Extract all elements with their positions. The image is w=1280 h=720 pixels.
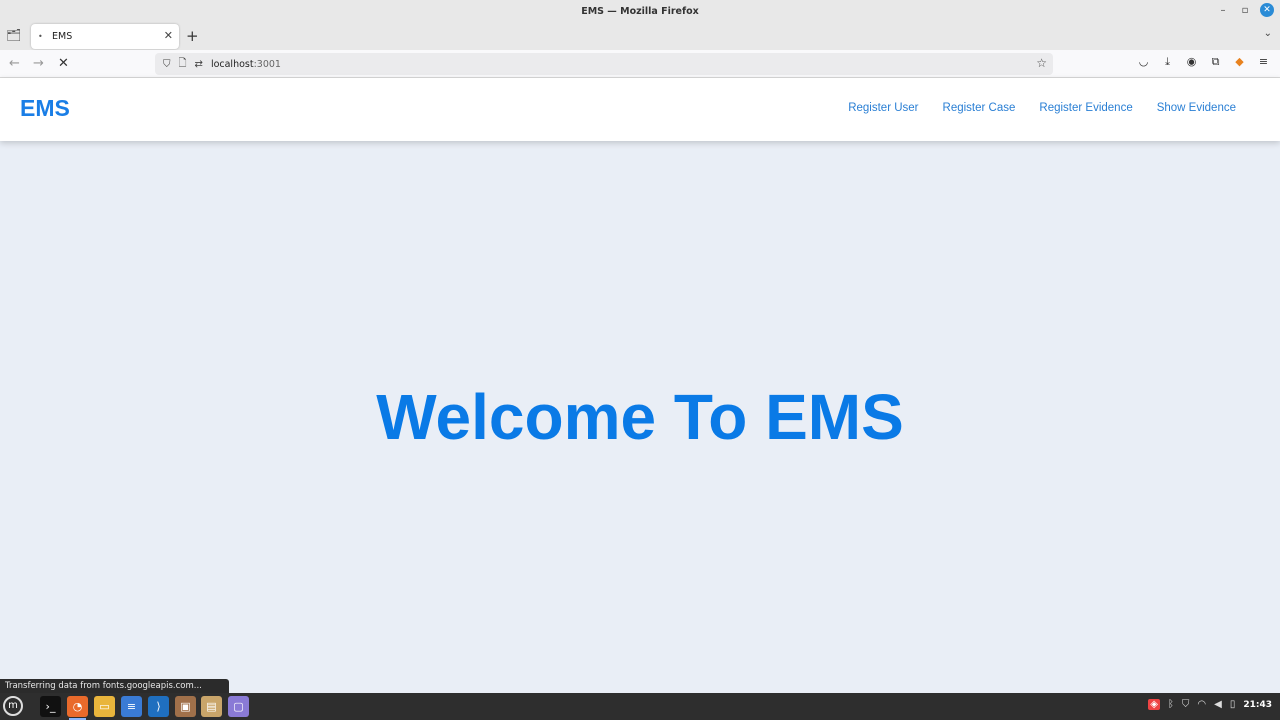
forward-icon[interactable]: →: [33, 56, 44, 71]
page-nav: Register User Register Case Register Evi…: [848, 102, 1236, 114]
toolbar-icons: ◡ ⤓ ◉ ⧉ ◆ ≡: [1137, 55, 1270, 69]
page-icon[interactable]: 🗋: [179, 56, 187, 73]
metamask-icon[interactable]: ◆: [1233, 55, 1246, 69]
anydesk-icon[interactable]: ◈: [1148, 699, 1160, 710]
new-tab-icon[interactable]: +: [186, 27, 199, 45]
bluetooth-icon[interactable]: ᛒ: [1168, 699, 1174, 710]
extensions-icon[interactable]: ⧉: [1209, 55, 1222, 69]
pocket-icon[interactable]: ◡: [1137, 55, 1150, 69]
minimize-icon[interactable]: –: [1216, 5, 1230, 16]
package-icon[interactable]: ▣: [175, 696, 196, 717]
volume-icon[interactable]: ◀: [1214, 699, 1222, 710]
account-icon[interactable]: ◉: [1185, 55, 1198, 69]
brand-logo[interactable]: EMS: [20, 95, 70, 122]
back-icon[interactable]: ←: [9, 56, 20, 71]
window-controls: – ▫ ✕: [1216, 3, 1274, 17]
archive-icon[interactable]: ▤: [201, 696, 222, 717]
shield-icon[interactable]: ⛉: [163, 59, 171, 70]
clock[interactable]: 21:43: [1243, 700, 1272, 710]
chevron-down-icon[interactable]: ⌄: [1264, 28, 1272, 39]
wifi-icon[interactable]: ◠: [1197, 699, 1206, 710]
maximize-icon[interactable]: ▫: [1238, 5, 1252, 16]
url-text[interactable]: localhost:3001: [211, 59, 281, 70]
vscode-icon[interactable]: ⟩: [148, 696, 169, 717]
download-icon[interactable]: ⤓: [1161, 55, 1174, 69]
stop-icon[interactable]: ✕: [58, 56, 69, 71]
taskbar: m ›_ ◔ ▭ ≡ ⟩ ▣ ▤ ▢ ◈ ᛒ ⛉ ◠ ◀ ▯ 21:43: [0, 693, 1280, 720]
tab-list-icon[interactable]: 🗂: [6, 28, 22, 44]
menu-icon[interactable]: ≡: [1257, 55, 1270, 69]
notes-icon[interactable]: ▢: [228, 696, 249, 717]
url-bar[interactable]: ⛉ 🗋 ⇄ localhost:3001 ☆: [155, 53, 1053, 75]
close-tab-icon[interactable]: ✕: [164, 29, 173, 42]
shield-tray-icon[interactable]: ⛉: [1182, 699, 1190, 710]
firefox-icon[interactable]: ◔: [67, 696, 88, 720]
nav-show-evidence[interactable]: Show Evidence: [1157, 102, 1236, 114]
text-editor-icon[interactable]: ≡: [121, 696, 142, 717]
permissions-icon[interactable]: ⇄: [195, 59, 203, 70]
close-window-icon[interactable]: ✕: [1260, 3, 1274, 17]
terminal-icon[interactable]: ›_: [40, 696, 61, 717]
nav-register-user[interactable]: Register User: [848, 102, 918, 114]
loading-dot-icon: •: [38, 32, 43, 41]
window-titlebar: EMS — Mozilla Firefox – ▫ ✕: [0, 0, 1280, 22]
tab-ems[interactable]: • EMS ✕: [31, 24, 179, 49]
status-tooltip: Transferring data from fonts.googleapis.…: [0, 679, 229, 693]
tab-strip: 🗂 • EMS ✕ + ⌄: [0, 22, 1280, 50]
browser-navbar: ← → ✕ ⛉ 🗋 ⇄ localhost:3001 ☆ ◡ ⤓ ◉ ⧉ ◆ ≡: [0, 50, 1280, 78]
nav-register-evidence[interactable]: Register Evidence: [1039, 102, 1132, 114]
page-header: EMS Register User Register Case Register…: [0, 78, 1280, 141]
tab-label: EMS: [52, 31, 73, 42]
files-icon[interactable]: ▭: [94, 696, 115, 717]
window-title: EMS — Mozilla Firefox: [581, 5, 699, 17]
bookmark-star-icon[interactable]: ☆: [1036, 56, 1047, 70]
clipboard-icon[interactable]: ▯: [1230, 699, 1236, 710]
system-tray: ◈ ᛒ ⛉ ◠ ◀ ▯ 21:43: [1148, 699, 1272, 710]
welcome-heading: Welcome To EMS: [376, 381, 904, 453]
start-menu-icon[interactable]: m: [3, 696, 23, 716]
nav-register-case[interactable]: Register Case: [943, 102, 1016, 114]
